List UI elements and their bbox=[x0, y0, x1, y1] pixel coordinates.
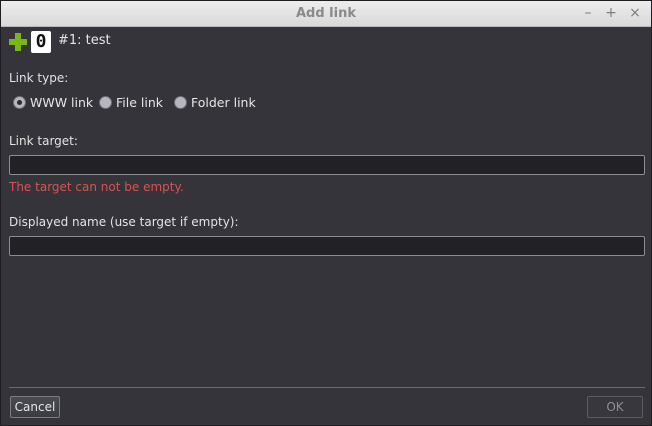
cancel-button[interactable]: Cancel bbox=[10, 396, 60, 418]
radio-file-link-label[interactable]: File link bbox=[116, 95, 163, 110]
link-target-label: Link target: bbox=[9, 134, 78, 148]
radio-unchecked-icon[interactable] bbox=[174, 96, 187, 109]
ok-button[interactable]: OK bbox=[587, 396, 643, 418]
footer-separator bbox=[9, 387, 645, 388]
add-link-dialog: Add link – + × 0 #1: test Link type: WWW… bbox=[0, 0, 652, 426]
displayed-name-input[interactable] bbox=[9, 236, 645, 256]
radio-folder-link-label[interactable]: Folder link bbox=[191, 95, 256, 110]
window-title: Add link bbox=[295, 6, 356, 21]
displayed-name-label: Displayed name (use target if empty): bbox=[9, 215, 239, 229]
count-badge: 0 bbox=[31, 31, 51, 53]
link-target-input[interactable] bbox=[9, 155, 645, 175]
target-error-message: The target can not be empty. bbox=[9, 180, 184, 194]
radio-www-link-label[interactable]: WWW link bbox=[30, 95, 93, 110]
maximize-icon[interactable]: + bbox=[602, 4, 620, 22]
radio-checked-icon[interactable] bbox=[13, 96, 26, 109]
plus-icon bbox=[8, 32, 28, 52]
link-type-label: Link type: bbox=[9, 71, 69, 85]
title-bar[interactable]: Add link – + × bbox=[1, 1, 651, 27]
radio-unchecked-icon[interactable] bbox=[99, 96, 112, 109]
item-title: #1: test bbox=[58, 33, 111, 48]
close-icon[interactable]: × bbox=[626, 4, 644, 22]
minimize-icon[interactable]: – bbox=[579, 4, 597, 22]
